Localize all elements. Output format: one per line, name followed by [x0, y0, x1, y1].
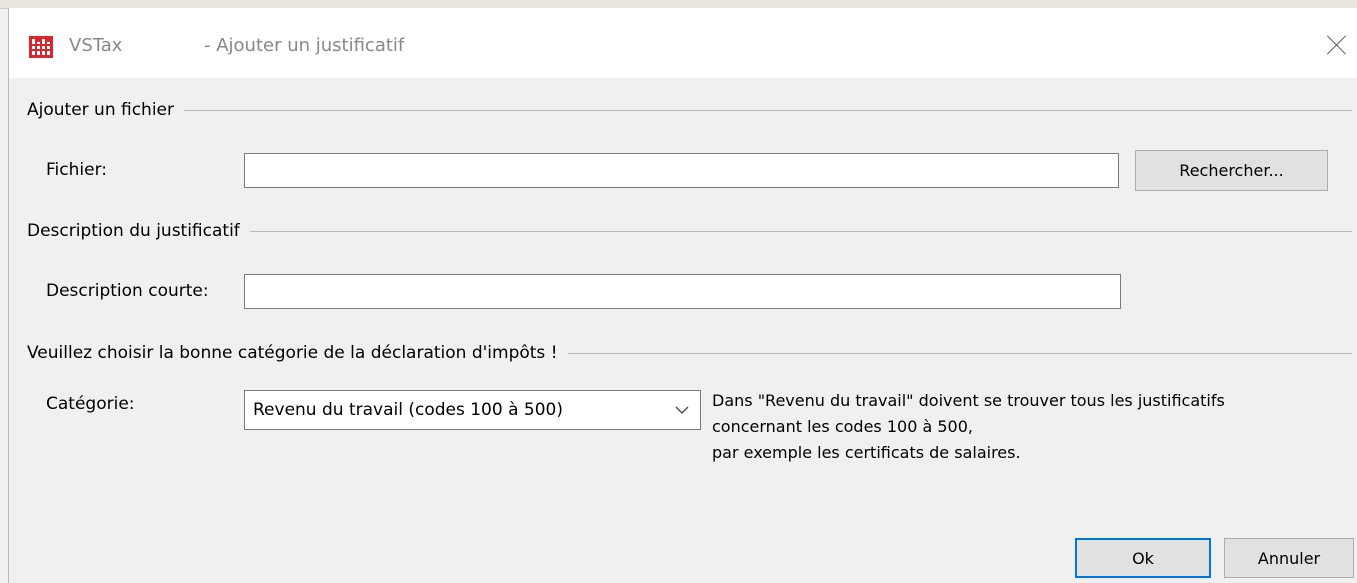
vstax-logo-icon — [29, 36, 53, 58]
help-line: par exemple les certificats de salaires. — [712, 443, 1021, 462]
group-divider — [184, 109, 1352, 111]
window-app-name: VSTax — [69, 35, 123, 56]
dialog-window: VSTax - Ajouter un justificatif Ajouter … — [8, 8, 1357, 583]
category-help-text: Dans "Revenu du travail" doivent se trou… — [712, 388, 1352, 466]
description-group-heading: Description du justificatif — [27, 219, 1352, 243]
description-field-label: Description courte: — [46, 281, 209, 301]
description-input[interactable] — [244, 274, 1121, 309]
category-field-label: Catégorie: — [46, 394, 135, 414]
ok-button[interactable]: Ok — [1075, 538, 1211, 578]
category-group-heading: Veuillez choisir la bonne catégorie de l… — [27, 341, 1352, 365]
help-line: concernant les codes 100 à 500, — [712, 417, 973, 436]
category-select[interactable]: Revenu du travail (codes 100 à 500) — [244, 390, 701, 430]
file-input[interactable] — [244, 153, 1119, 188]
cancel-button[interactable]: Annuler — [1224, 538, 1354, 578]
file-group-heading: Ajouter un fichier — [27, 98, 1352, 122]
browse-button[interactable]: Rechercher... — [1135, 150, 1328, 191]
window-title: - Ajouter un justificatif — [204, 35, 405, 56]
group-divider — [249, 230, 1352, 232]
close-icon[interactable] — [1321, 30, 1351, 60]
title-bar[interactable]: VSTax - Ajouter un justificatif — [9, 8, 1357, 78]
help-line: Dans "Revenu du travail" doivent se trou… — [712, 391, 1225, 410]
file-field-label: Fichier: — [46, 160, 107, 180]
chevron-down-icon — [675, 406, 689, 414]
group-divider — [567, 352, 1352, 354]
category-selected-value: Revenu du travail (codes 100 à 500) — [253, 400, 563, 420]
